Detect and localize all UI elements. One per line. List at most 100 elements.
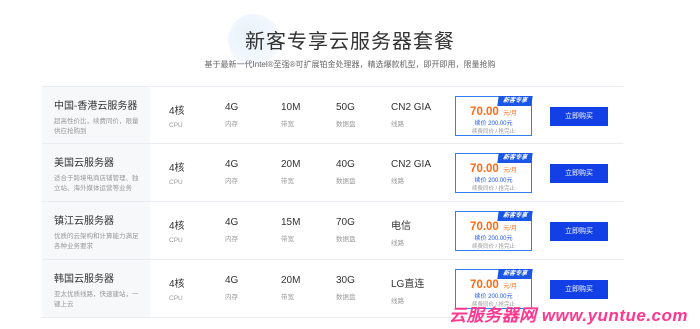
plan-table: 中国-香港云服务器 超高性价比，续费同价，限量供应抢购到 4核 CPU 4G 内… xyxy=(42,86,623,318)
spec-line: CN2 GIA 线路 xyxy=(391,102,431,128)
spec-ram-value: 4G xyxy=(225,275,239,286)
plan-description: 亚太优质线路，快速建站，一键上云 xyxy=(54,291,139,308)
price-value: 70.00 xyxy=(470,221,499,233)
spec-cpu-value: 4核 xyxy=(169,106,185,117)
price-value: 70.00 xyxy=(470,106,499,118)
spec-cpu: 4核 CPU xyxy=(169,217,185,244)
plan-name-cell: 中国-香港云服务器 超高性价比，续费同价，限量供应抢购到 xyxy=(42,87,150,143)
spec-cpu-value: 4核 xyxy=(169,279,185,290)
spec-bandwidth: 20M 带宽 xyxy=(281,159,300,185)
spec-bandwidth: 10M 带宽 xyxy=(281,102,300,128)
spec-bandwidth-label: 带宽 xyxy=(281,178,294,185)
spec-line: LG直连 线路 xyxy=(391,275,424,305)
plan-row-usa: 美国云服务器 适合于跨境电商店铺管理、独立站、海外媒体运营等业务 4核 CPU … xyxy=(42,144,623,202)
buy-button[interactable]: 立即购买 xyxy=(550,222,608,241)
spec-bandwidth-value: 15M xyxy=(281,217,301,228)
plan-name-cell: 韩国云服务器 亚太优质线路，快速建站，一键上云 xyxy=(42,260,150,317)
renew-price: 续价 200.00元 xyxy=(474,294,513,300)
spec-cpu-label: CPU xyxy=(169,237,183,244)
spec-line-label: 线路 xyxy=(391,240,404,247)
watermark: 云服务器网 www.yuntue.com xyxy=(449,306,688,325)
price-note: 续费同价 / 抢完止 xyxy=(471,244,516,250)
new-customer-badge: 新客专享 xyxy=(497,153,533,163)
buy-button[interactable]: 立即购买 xyxy=(550,280,608,299)
renew-price: 续价 200.00元 xyxy=(474,236,513,242)
spec-line: 电信 线路 xyxy=(391,217,411,247)
new-customer-badge: 新客专享 xyxy=(497,269,533,279)
plan-name-cell: 镇江云服务器 优质的云架构和计算能力满足各种业务要求 xyxy=(42,202,150,259)
spec-cpu-label: CPU xyxy=(169,179,183,186)
spec-disk: 40G 数据盘 xyxy=(336,159,356,185)
spec-ram-label: 内存 xyxy=(225,294,238,301)
spec-ram-label: 内存 xyxy=(225,178,238,185)
spec-bandwidth: 20M 带宽 xyxy=(281,275,300,301)
spec-bandwidth-value: 10M xyxy=(281,102,301,113)
page-title: 新客专享云服务器套餐 xyxy=(245,31,455,53)
price-note: 续费同价 / 抢完止 xyxy=(471,186,516,192)
spec-bandwidth-label: 带宽 xyxy=(281,121,294,128)
spec-bandwidth-value: 20M xyxy=(281,275,301,286)
spec-cpu: 4核 CPU xyxy=(169,159,185,186)
spec-ram: 4G 内存 xyxy=(225,159,238,185)
spec-cpu-value: 4核 xyxy=(169,163,185,174)
price-unit: 元/月 xyxy=(503,284,517,290)
price-value: 70.00 xyxy=(470,163,499,175)
price-unit: 元/月 xyxy=(503,111,517,117)
spec-disk-label: 数据盘 xyxy=(336,236,356,243)
spec-ram-label: 内存 xyxy=(225,236,238,243)
buy-button[interactable]: 立即购买 xyxy=(550,107,608,126)
price-box: 新客专享 70.00 元/月 续价 200.00元 续费同价 / 抢完止 xyxy=(455,153,533,193)
spec-cpu-value: 4核 xyxy=(169,221,185,232)
price-unit: 元/月 xyxy=(503,168,517,174)
spec-cpu: 4核 CPU xyxy=(169,275,185,302)
spec-disk: 30G 数据盘 xyxy=(336,275,356,301)
spec-cpu: 4核 CPU xyxy=(169,102,185,129)
spec-line-label: 线路 xyxy=(391,178,404,185)
spec-ram: 4G 内存 xyxy=(225,275,238,301)
plan-name: 美国云服务器 xyxy=(54,158,114,169)
price-unit: 元/月 xyxy=(503,226,517,232)
spec-line-value: LG直连 xyxy=(391,279,425,290)
price-value: 70.00 xyxy=(470,279,499,291)
spec-line: CN2 GIA 线路 xyxy=(391,159,431,185)
spec-disk-value: 30G xyxy=(336,275,355,286)
plan-description: 超高性价比，续费同价，限量供应抢购到 xyxy=(54,118,139,135)
plan-name: 镇江云服务器 xyxy=(54,216,114,227)
spec-bandwidth-label: 带宽 xyxy=(281,236,294,243)
spec-ram: 4G 内存 xyxy=(225,102,238,128)
spec-cpu-label: CPU xyxy=(169,295,183,302)
spec-line-label: 线路 xyxy=(391,298,404,305)
spec-cpu-label: CPU xyxy=(169,122,183,129)
spec-disk-value: 70G xyxy=(336,217,355,228)
spec-ram-value: 4G xyxy=(225,159,239,170)
spec-disk: 50G 数据盘 xyxy=(336,102,356,128)
spec-line-label: 线路 xyxy=(391,121,404,128)
spec-disk: 70G 数据盘 xyxy=(336,217,356,243)
renew-price: 续价 200.00元 xyxy=(474,178,513,184)
page-subtitle: 基于最新一代Intel®至强®可扩展铂金处理器，精选爆款机型，即开即用，限量抢购 xyxy=(204,60,496,69)
plan-name: 韩国云服务器 xyxy=(54,274,114,285)
renew-price: 续价 200.00元 xyxy=(474,121,513,127)
spec-ram: 4G 内存 xyxy=(225,217,238,243)
plan-description: 优质的云架构和计算能力满足各种业务要求 xyxy=(54,233,139,250)
spec-disk-label: 数据盘 xyxy=(336,178,356,185)
spec-ram-label: 内存 xyxy=(225,121,238,128)
spec-bandwidth-value: 20M xyxy=(281,159,301,170)
new-customer-badge: 新客专享 xyxy=(497,96,533,106)
spec-line-value: CN2 GIA xyxy=(391,102,432,113)
spec-line-value: CN2 GIA xyxy=(391,159,432,170)
price-box: 新客专享 70.00 元/月 续价 200.00元 续费同价 / 抢完止 xyxy=(455,96,533,136)
price-note: 续费同价 / 抢完止 xyxy=(471,129,516,135)
plan-name: 中国-香港云服务器 xyxy=(54,101,138,112)
buy-button[interactable]: 立即购买 xyxy=(550,164,608,183)
plan-row-hongkong: 中国-香港云服务器 超高性价比，续费同价，限量供应抢购到 4核 CPU 4G 内… xyxy=(42,86,623,144)
spec-ram-value: 4G xyxy=(225,102,239,113)
spec-line-value: 电信 xyxy=(391,221,411,232)
price-box: 新客专享 70.00 元/月 续价 200.00元 续费同价 / 抢完止 xyxy=(455,211,533,251)
spec-disk-value: 50G xyxy=(336,102,355,113)
plan-row-zhenjiang: 镇江云服务器 优质的云架构和计算能力满足各种业务要求 4核 CPU 4G 内存 … xyxy=(42,202,623,260)
spec-disk-label: 数据盘 xyxy=(336,294,356,301)
new-customer-badge: 新客专享 xyxy=(497,211,533,221)
spec-disk-label: 数据盘 xyxy=(336,121,356,128)
spec-bandwidth-label: 带宽 xyxy=(281,294,294,301)
